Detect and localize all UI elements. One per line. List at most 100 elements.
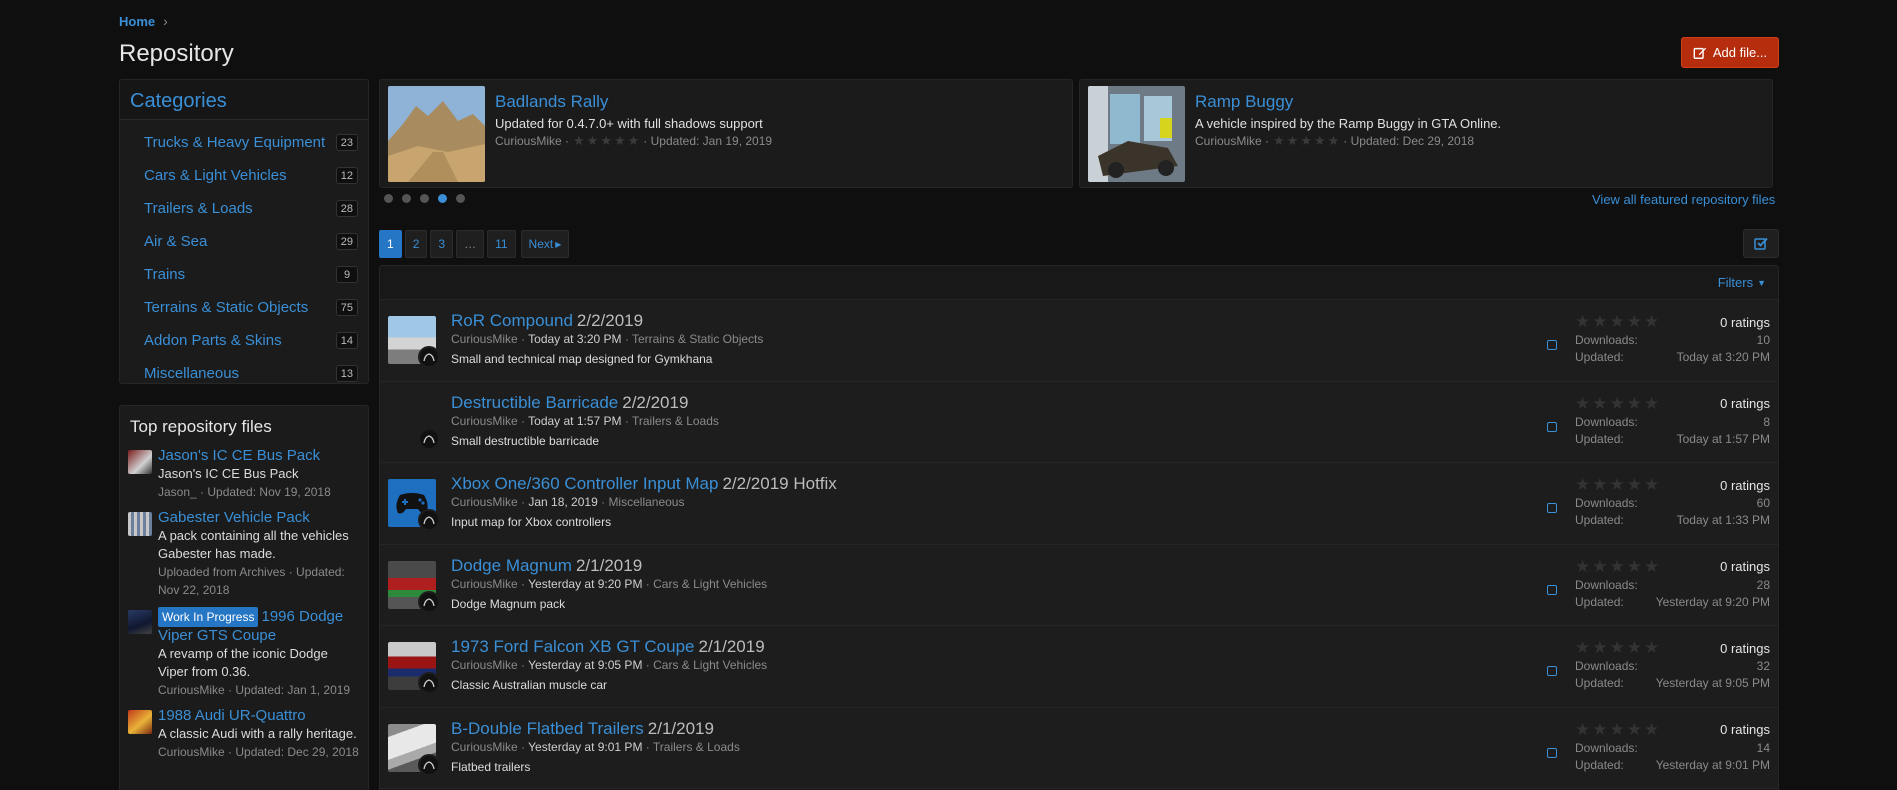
page-2[interactable]: 2 <box>404 230 428 258</box>
star-icon: ★ <box>1644 312 1660 331</box>
file-title-link[interactable]: Jason's IC CE Bus Pack <box>158 447 360 465</box>
list-item: Jason's IC CE Bus Pack Jason's IC CE Bus… <box>120 443 368 505</box>
row-select-checkbox[interactable] <box>1547 666 1557 676</box>
table-row: RoR Compound 2/2/2019 CuriousMike · Today… <box>380 300 1778 382</box>
page-11[interactable]: 11 <box>487 230 516 258</box>
category-item-air-sea[interactable]: Air & Sea 29 <box>120 225 368 258</box>
page-title: Repository <box>119 40 234 67</box>
top-files-block: Top repository files Jason's IC CE Bus P… <box>119 405 369 790</box>
resource-thumbnail[interactable] <box>388 642 440 695</box>
resource-date: Yesterday at 9:05 PM <box>528 658 643 673</box>
list-item: Gabester Vehicle Pack A pack containing … <box>120 505 368 603</box>
resource-thumbnail[interactable] <box>388 560 440 613</box>
resource-author[interactable]: CuriousMike <box>451 658 518 672</box>
file-thumbnail[interactable] <box>128 610 152 634</box>
add-file-button[interactable]: Add file... <box>1681 37 1779 68</box>
rating-stars: ★ ★ ★ ★ ★ <box>1575 394 1659 414</box>
carousel-dot[interactable] <box>384 194 393 203</box>
featured-title-link[interactable]: Ramp Buggy <box>1195 92 1501 112</box>
row-select-checkbox[interactable] <box>1547 503 1557 513</box>
file-title-link[interactable]: Gabester Vehicle Pack <box>158 509 360 527</box>
page-1[interactable]: 1 <box>379 230 402 258</box>
row-select-checkbox[interactable] <box>1547 747 1557 758</box>
featured-thumbnail[interactable] <box>1088 86 1185 182</box>
category-item-trains[interactable]: Trains 9 <box>120 258 368 291</box>
resource-title-link[interactable]: 1973 Ford Falcon XB GT Coupe <box>451 637 695 656</box>
resource-category[interactable]: Trailers & Loads <box>653 740 740 754</box>
avatar[interactable] <box>418 509 440 532</box>
star-icon: ★ <box>613 133 626 148</box>
resource-author[interactable]: CuriousMike <box>451 740 518 754</box>
category-item-addon-parts[interactable]: Addon Parts & Skins 14 <box>120 324 368 357</box>
resource-title-link[interactable]: Xbox One/360 Controller Input Map <box>451 474 718 493</box>
page-ellipsis[interactable]: … <box>456 230 485 258</box>
category-item-misc[interactable]: Miscellaneous 13 <box>120 357 368 390</box>
featured-author[interactable]: CuriousMike · <box>1195 134 1269 148</box>
pagination: 1 2 3 … 11 Next ▶ <box>379 230 570 258</box>
rating-stars: ★ ★ ★ ★ ★ <box>1273 133 1339 149</box>
resource-thumbnail[interactable] <box>388 316 440 369</box>
categories-title: Categories <box>120 80 368 120</box>
star-icon: ★ <box>1327 133 1340 148</box>
resource-thumbnail[interactable] <box>388 398 440 450</box>
resource-author[interactable]: CuriousMike <box>451 577 518 591</box>
rating-stars: ★ ★ ★ ★ ★ <box>1575 475 1659 495</box>
resource-title-link[interactable]: Destructible Barricade <box>451 393 618 412</box>
avatar[interactable] <box>418 672 440 695</box>
avatar[interactable] <box>418 590 440 613</box>
resource-thumbnail[interactable] <box>388 723 440 776</box>
resource-description: Small destructible barricade <box>451 433 600 448</box>
avatar[interactable] <box>418 753 440 776</box>
star-icon: ★ <box>627 133 640 148</box>
avatar[interactable] <box>418 346 440 369</box>
category-count: 13 <box>335 365 358 382</box>
page-3[interactable]: 3 <box>430 230 454 258</box>
file-thumbnail[interactable] <box>128 450 152 474</box>
resource-list: Filters ▼ RoR Compound 2/2/2019 CuriousMik… <box>379 265 1779 790</box>
resource-title-link[interactable]: Dodge Magnum <box>451 556 572 575</box>
resource-title-link[interactable]: RoR Compound <box>451 311 573 330</box>
row-select-checkbox[interactable] <box>1547 340 1557 350</box>
resource-author[interactable]: CuriousMike <box>451 414 518 428</box>
star-icon: ★ <box>1626 475 1642 494</box>
rating-stars: ★ ★ ★ ★ ★ <box>1575 720 1659 740</box>
featured-title-link[interactable]: Badlands Rally <box>495 92 772 112</box>
star-icon: ★ <box>1609 556 1625 576</box>
checkbox-icon <box>1754 237 1768 250</box>
row-select-checkbox[interactable] <box>1547 421 1557 432</box>
avatar[interactable] <box>418 427 440 450</box>
featured-author[interactable]: CuriousMike · <box>495 134 569 148</box>
carousel-dot[interactable] <box>402 194 411 203</box>
breadcrumb-home[interactable]: Home <box>119 14 155 29</box>
resource-category[interactable]: Cars & Light Vehicles <box>653 577 767 591</box>
category-item-trailers[interactable]: Trailers & Loads 28 <box>120 192 368 225</box>
carousel-dot-active[interactable] <box>438 194 447 203</box>
resource-author[interactable]: CuriousMike <box>451 495 518 509</box>
resource-stats: ★ ★ ★ ★ ★ 0 ratings Downloads: 8 Updated: Today… <box>1575 393 1770 446</box>
file-thumbnail[interactable] <box>128 512 152 536</box>
featured-thumbnail[interactable] <box>388 86 485 182</box>
category-count: 14 <box>335 332 358 349</box>
next-page-button[interactable]: Next ▶ <box>520 230 570 258</box>
select-multiple-button[interactable] <box>1743 229 1779 258</box>
file-title-link[interactable]: 1988 Audi UR-Quattro <box>158 707 360 725</box>
row-select-checkbox[interactable] <box>1547 584 1557 595</box>
resource-category[interactable]: Cars & Light Vehicles <box>653 658 767 672</box>
category-item-cars[interactable]: Cars & Light Vehicles 12 <box>120 159 368 192</box>
breadcrumb: Home › <box>119 13 168 29</box>
filters-button[interactable]: Filters ▼ <box>1718 275 1766 290</box>
file-thumbnail[interactable] <box>128 710 152 734</box>
resource-category[interactable]: Trailers & Loads <box>632 414 719 428</box>
resource-thumbnail[interactable] <box>388 479 440 532</box>
category-item-trucks[interactable]: Trucks & Heavy Equipment 23 <box>120 126 368 159</box>
resource-title-link[interactable]: B-Double Flatbed Trailers <box>451 719 644 738</box>
carousel-dot[interactable] <box>456 194 465 203</box>
carousel-dot[interactable] <box>420 194 429 203</box>
category-item-terrains[interactable]: Terrains & Static Objects 75 <box>120 291 368 324</box>
resource-category[interactable]: Terrains & Static Objects <box>632 332 763 346</box>
resource-category[interactable]: Miscellaneous <box>608 495 684 509</box>
resource-version: 2/2/2019 <box>576 311 644 331</box>
view-all-featured-link[interactable]: View all featured repository files <box>1592 192 1775 207</box>
star-icon: ★ <box>1592 556 1608 576</box>
resource-author[interactable]: CuriousMike <box>451 332 518 346</box>
